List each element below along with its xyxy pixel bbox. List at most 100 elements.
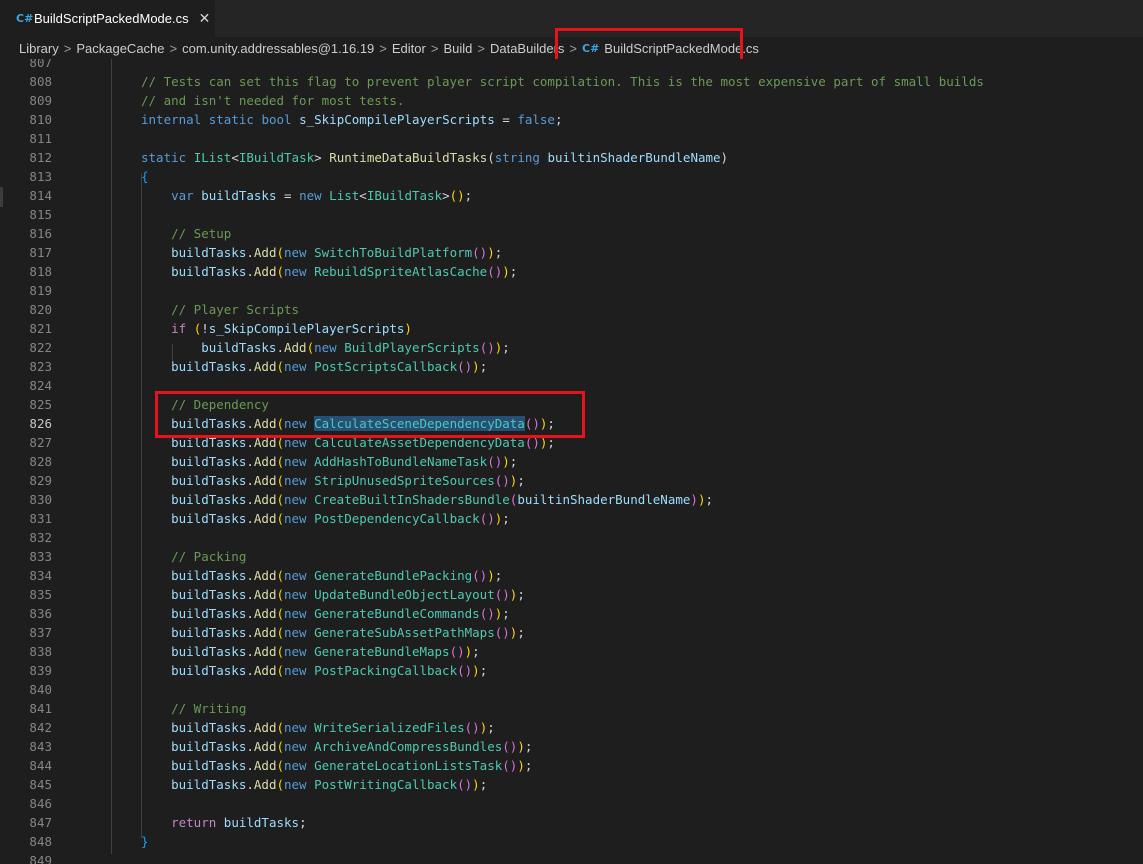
code-token: ) <box>690 492 698 507</box>
line-number: 846 <box>29 796 52 811</box>
code-token: Add <box>253 777 277 792</box>
breadcrumb-item-package[interactable]: com.unity.addressables@1.16.19 <box>182 41 374 56</box>
code-token: // and isn't needed for most tests. <box>141 93 405 108</box>
breadcrumb-item-editor[interactable]: Editor <box>392 41 426 56</box>
code-token: static <box>208 112 254 127</box>
code-token: ) <box>472 663 480 678</box>
code-token: { <box>141 169 149 184</box>
code-token: // Setup <box>141 226 232 241</box>
code-line: 832 <box>0 528 1143 547</box>
code-line: 847 return buildTasks; <box>0 813 1143 832</box>
code-line: 820 // Player Scripts <box>0 300 1143 319</box>
code-token: ( <box>276 359 284 374</box>
line-number: 848 <box>29 834 52 849</box>
close-icon[interactable]: ✕ <box>199 11 211 27</box>
code-token: () <box>449 188 465 203</box>
code-token: new <box>284 720 307 735</box>
code-token: () <box>479 606 495 621</box>
line-number: 813 <box>29 169 52 184</box>
code-token: Add <box>253 454 277 469</box>
tab-title: BuildScriptPackedMode.cs <box>34 11 189 26</box>
code-token: ; <box>472 644 480 659</box>
code-token: new <box>284 644 307 659</box>
line-number: 849 <box>29 853 52 864</box>
code-text: buildTasks.Add(new CreateBuiltInShadersB… <box>141 490 713 509</box>
chevron-right-icon: > <box>477 40 485 56</box>
breadcrumb-item-databuilders[interactable]: DataBuilders <box>490 41 564 56</box>
code-token: s_SkipCompilePlayerScripts <box>208 321 405 336</box>
breadcrumb-item-packagecache[interactable]: PackageCache <box>76 41 164 56</box>
line-number: 843 <box>29 739 52 754</box>
code-line: 846 <box>0 794 1143 813</box>
line-number: 808 <box>29 74 52 89</box>
code-token: ; <box>479 663 488 678</box>
code-token: // Packing <box>141 549 247 564</box>
breadcrumb-item-build[interactable]: Build <box>443 41 472 56</box>
code-line: 828 buildTasks.Add(new AddHashToBundleNa… <box>0 452 1143 471</box>
code-token: () <box>487 264 503 279</box>
code-token: new <box>284 587 307 602</box>
code-token: . <box>276 340 284 355</box>
code-token: . <box>246 606 254 621</box>
code-token: internal <box>141 112 202 127</box>
code-token: buildTasks <box>141 473 247 488</box>
line-number: 836 <box>29 606 52 621</box>
code-token: AddHashToBundleNameTask <box>314 454 488 469</box>
code-token: . <box>246 720 254 735</box>
code-line: 830 buildTasks.Add(new CreateBuiltInShad… <box>0 490 1143 509</box>
code-token: ( <box>276 663 284 678</box>
csharp-file-icon: C# <box>16 12 34 25</box>
code-token: ( <box>276 454 284 469</box>
code-line: 812 static IList<IBuildTask> RuntimeDataB… <box>0 148 1143 167</box>
code-token: ; <box>509 454 518 469</box>
code-token: = <box>276 188 300 203</box>
code-line: 834 buildTasks.Add(new GenerateBundlePac… <box>0 566 1143 585</box>
code-token: ( <box>306 340 315 355</box>
code-token: ; <box>479 777 488 792</box>
code-token: () <box>479 511 495 526</box>
code-token: buildTasks <box>141 492 247 507</box>
code-line: 848} <box>0 832 1143 851</box>
code-token: ) <box>502 264 510 279</box>
code-token: () <box>449 644 465 659</box>
code-token: ) <box>487 245 495 260</box>
code-token: buildTasks <box>141 663 247 678</box>
code-text: buildTasks.Add(new StripUnusedSpriteSour… <box>141 471 525 490</box>
line-number: 816 <box>29 226 52 241</box>
code-token: WriteSerializedFiles <box>314 720 465 735</box>
code-text: buildTasks.Add(new PostScriptsCallback()… <box>141 357 487 376</box>
code-token: new <box>284 264 307 279</box>
code-token: buildTasks <box>141 644 247 659</box>
breadcrumb-item-library[interactable]: Library <box>19 41 59 56</box>
code-token: new <box>284 492 307 507</box>
code-text: buildTasks.Add(new ArchiveAndCompressBun… <box>141 737 532 756</box>
code-token: new <box>284 473 307 488</box>
code-token: buildTasks <box>141 606 247 621</box>
line-number: 835 <box>29 587 52 602</box>
code-text: var buildTasks = new List<IBuildTask>(); <box>141 186 472 205</box>
editor-tab[interactable]: C# BuildScriptPackedMode.cs ✕ <box>0 0 215 37</box>
code-token: () <box>457 777 473 792</box>
code-line: 837 buildTasks.Add(new GenerateSubAssetP… <box>0 623 1143 642</box>
code-text: // Writing <box>141 699 246 718</box>
code-token: new <box>284 739 307 754</box>
code-text: buildTasks.Add(new GenerateBundleCommand… <box>141 604 510 623</box>
code-line: 833 // Packing <box>0 547 1143 566</box>
chevron-right-icon: > <box>169 40 178 56</box>
line-number: 822 <box>29 340 52 355</box>
code-token: IList <box>193 150 232 165</box>
code-token: PostDependencyCallback <box>314 511 480 526</box>
code-editor[interactable]: 807 808 // Tests can set this flag to prev… <box>0 59 1143 864</box>
code-token: ( <box>276 492 284 507</box>
code-token: . <box>246 663 254 678</box>
code-token: buildTasks <box>141 587 247 602</box>
code-token: false <box>517 112 555 127</box>
